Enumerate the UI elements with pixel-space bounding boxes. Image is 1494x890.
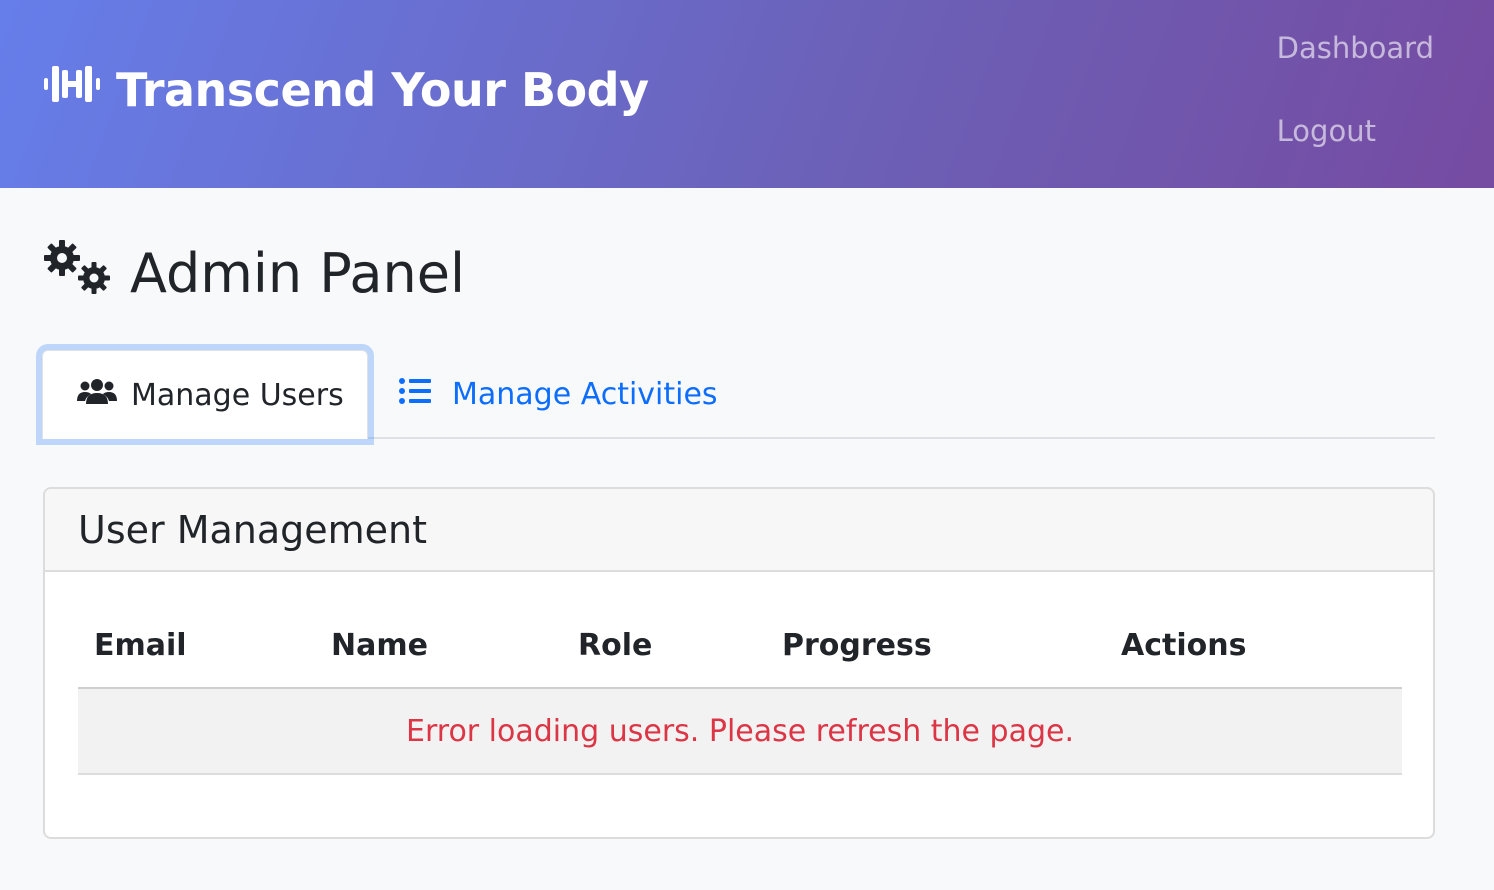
column-header-name: Name xyxy=(315,604,562,689)
tab-label: Manage Activities xyxy=(452,377,718,412)
brand-link[interactable]: Transcend Your Body xyxy=(42,62,649,117)
nav-link-dashboard[interactable]: Dashboard xyxy=(1277,28,1434,68)
admin-tabs: Manage Users Manage Activities xyxy=(42,350,1435,439)
page-title-text: Admin Panel xyxy=(130,242,465,305)
list-icon xyxy=(398,376,438,414)
top-navbar: Transcend Your Body Dashboard Logout xyxy=(0,0,1494,188)
table-row: Error loading users. Please refresh the … xyxy=(78,688,1402,775)
user-management-card: User Management Email Name Role Progress… xyxy=(43,487,1435,839)
table-header-row: Email Name Role Progress Actions xyxy=(78,604,1402,689)
tab-manage-users[interactable]: Manage Users xyxy=(42,350,368,439)
error-message: Error loading users. Please refresh the … xyxy=(78,688,1402,775)
nav-links: Dashboard Logout xyxy=(1277,28,1434,151)
page-title: Admin Panel xyxy=(42,238,465,309)
dumbbell-icon xyxy=(42,62,102,117)
column-header-role: Role xyxy=(562,604,766,689)
card-header: User Management xyxy=(45,489,1433,572)
users-icon xyxy=(77,376,117,414)
users-table: Email Name Role Progress Actions Error l… xyxy=(78,604,1402,775)
column-header-progress: Progress xyxy=(766,604,1105,689)
tab-manage-activities[interactable]: Manage Activities xyxy=(398,350,718,439)
nav-link-logout[interactable]: Logout xyxy=(1277,111,1434,151)
column-header-email: Email xyxy=(78,604,315,689)
column-header-actions: Actions xyxy=(1105,604,1402,689)
cogs-icon xyxy=(42,238,114,309)
brand-text: Transcend Your Body xyxy=(116,62,649,117)
card-title: User Management xyxy=(78,507,428,552)
tab-label: Manage Users xyxy=(131,377,344,413)
